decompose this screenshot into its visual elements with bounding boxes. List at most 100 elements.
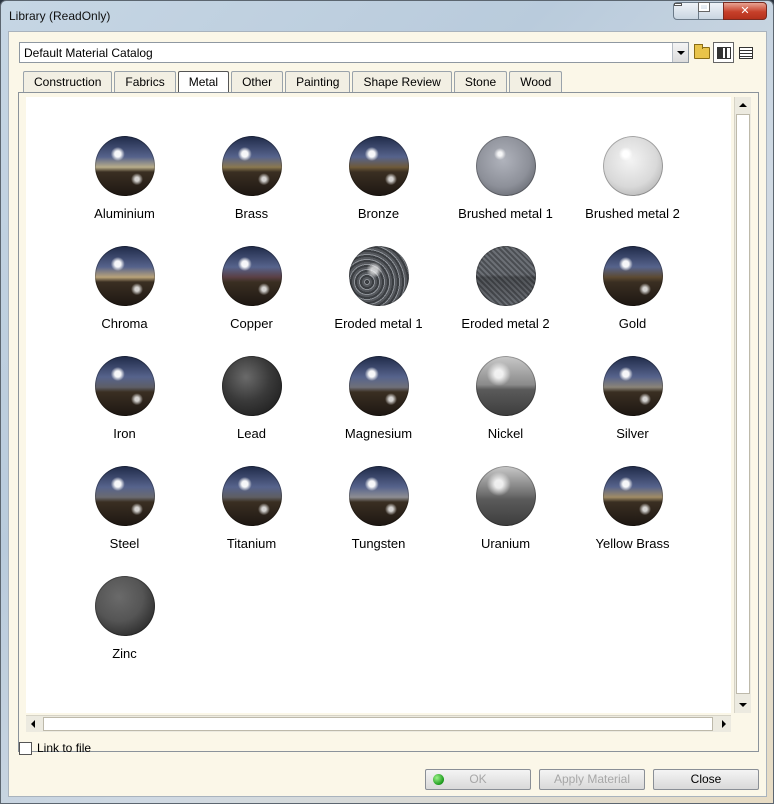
horizontal-scrollbar[interactable] [26, 715, 731, 732]
material-sphere-icon[interactable] [222, 466, 282, 526]
material-sphere-icon[interactable] [349, 136, 409, 196]
link-to-file-label: Link to file [37, 741, 92, 755]
close-button-label: Close [690, 772, 722, 786]
horizontal-scroll-thumb[interactable] [43, 717, 713, 731]
tab-other[interactable]: Other [231, 71, 284, 93]
material-label: Tungsten [351, 536, 406, 551]
material-label: Lead [237, 426, 266, 441]
material-chroma[interactable]: Chroma [61, 246, 188, 346]
material-sphere-icon[interactable] [476, 246, 536, 306]
minimize-button[interactable] [673, 2, 699, 20]
material-silver[interactable]: Silver [569, 356, 696, 456]
material-yellow-brass[interactable]: Yellow Brass [569, 466, 696, 566]
material-panel: Aluminium Brass Bronze Brushed metal 1 Brush… [18, 92, 759, 752]
material-sphere-icon[interactable] [476, 466, 536, 526]
material-magnesium[interactable]: Magnesium [315, 356, 442, 456]
material-label: Nickel [487, 426, 524, 441]
material-steel[interactable]: Steel [61, 466, 188, 566]
material-copper[interactable]: Copper [188, 246, 315, 346]
material-sphere-icon[interactable] [95, 576, 155, 636]
tab-construction[interactable]: Construction [23, 71, 113, 93]
scroll-down-arrow-icon[interactable] [735, 697, 751, 713]
tab-fabrics[interactable]: Fabrics [114, 71, 176, 93]
material-uranium[interactable]: Uranium [442, 466, 569, 566]
material-eroded-metal-2[interactable]: Eroded metal 2 [442, 246, 569, 346]
icon-view-button[interactable] [713, 42, 734, 63]
material-tungsten[interactable]: Tungsten [315, 466, 442, 566]
material-label: Iron [113, 426, 136, 441]
maximize-button[interactable] [698, 2, 724, 20]
material-label: Silver [616, 426, 649, 441]
material-sphere-icon[interactable] [349, 246, 409, 306]
material-gold[interactable]: Gold [569, 246, 696, 346]
material-sphere-icon[interactable] [476, 356, 536, 416]
tab-shape-review[interactable]: Shape Review [352, 71, 452, 93]
material-sphere-icon[interactable] [95, 466, 155, 526]
material-titanium[interactable]: Titanium [188, 466, 315, 566]
list-view-button[interactable] [735, 42, 756, 63]
dialog-client-area: Default Material Catalog Construction Fab… [8, 31, 767, 797]
title-bar[interactable]: Library (ReadOnly) ✕ [1, 1, 773, 31]
apply-material-button[interactable]: Apply Material [539, 769, 645, 790]
catalog-select[interactable]: Default Material Catalog [19, 42, 689, 63]
material-label: Magnesium [344, 426, 413, 441]
icon-view-icon [716, 46, 731, 59]
material-nickel[interactable]: Nickel [442, 356, 569, 456]
material-sphere-icon[interactable] [603, 356, 663, 416]
link-to-file-checkbox[interactable] [19, 741, 32, 755]
material-sphere-icon[interactable] [603, 136, 663, 196]
material-sphere-icon[interactable] [95, 246, 155, 306]
material-label: Yellow Brass [595, 536, 670, 551]
material-sphere-icon[interactable] [603, 466, 663, 526]
material-sphere-icon[interactable] [95, 136, 155, 196]
material-sphere-icon[interactable] [222, 246, 282, 306]
material-eroded-metal-1[interactable]: Eroded metal 1 [315, 246, 442, 346]
material-label: Steel [109, 536, 140, 551]
material-label: Brushed metal 1 [458, 206, 553, 221]
material-sphere-icon[interactable] [476, 136, 536, 196]
material-label: Zinc [112, 646, 137, 661]
material-label: Chroma [101, 316, 148, 331]
material-aluminium[interactable]: Aluminium [61, 136, 188, 236]
list-view-icon [738, 46, 753, 59]
material-label: Brushed metal 2 [585, 206, 680, 221]
maximize-icon [699, 3, 709, 11]
close-window-button[interactable]: ✕ [723, 2, 767, 20]
material-sphere-icon[interactable] [222, 136, 282, 196]
material-bronze[interactable]: Bronze [315, 136, 442, 236]
close-icon: ✕ [740, 5, 750, 17]
material-sphere-icon[interactable] [349, 356, 409, 416]
vertical-scrollbar[interactable] [734, 97, 751, 713]
material-label: Eroded metal 1 [334, 316, 423, 331]
tab-bar: Construction Fabrics Metal Other Painting Sha… [23, 71, 564, 94]
open-catalog-button[interactable] [691, 42, 712, 63]
tab-wood[interactable]: Wood [509, 71, 563, 93]
close-button[interactable]: Close [653, 769, 759, 790]
material-sphere-icon[interactable] [222, 356, 282, 416]
link-to-file-option[interactable]: Link to file [19, 741, 91, 755]
material-zinc[interactable]: Zinc [61, 576, 188, 676]
material-sphere-icon[interactable] [349, 466, 409, 526]
material-label: Gold [618, 316, 647, 331]
material-sphere-icon[interactable] [603, 246, 663, 306]
chevron-down-icon[interactable] [672, 43, 688, 62]
catalog-select-value: Default Material Catalog [24, 46, 153, 60]
material-brass[interactable]: Brass [188, 136, 315, 236]
scroll-right-arrow-icon[interactable] [715, 716, 731, 732]
tab-metal[interactable]: Metal [177, 71, 230, 94]
material-label: Titanium [226, 536, 277, 551]
material-sphere-icon[interactable] [95, 356, 155, 416]
material-brushed-metal-2[interactable]: Brushed metal 2 [569, 136, 696, 236]
material-brushed-metal-1[interactable]: Brushed metal 1 [442, 136, 569, 236]
material-label: Copper [230, 316, 273, 331]
scroll-left-arrow-icon[interactable] [26, 716, 42, 732]
ok-button-label: OK [469, 772, 487, 786]
tab-stone[interactable]: Stone [453, 71, 508, 93]
window-controls: ✕ [673, 2, 767, 20]
ok-button[interactable]: OK [425, 769, 531, 790]
tab-painting[interactable]: Painting [285, 71, 351, 93]
scroll-up-arrow-icon[interactable] [735, 97, 751, 113]
vertical-scroll-thumb[interactable] [736, 114, 750, 694]
material-iron[interactable]: Iron [61, 356, 188, 456]
material-lead[interactable]: Lead [188, 356, 315, 456]
